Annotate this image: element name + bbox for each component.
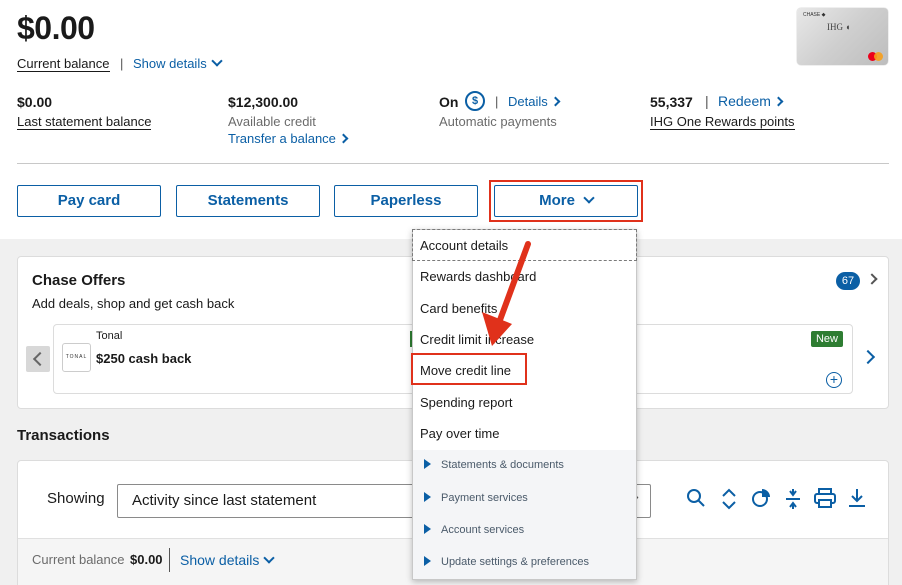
print-icon[interactable] bbox=[814, 488, 836, 510]
rewards-points-label[interactable]: IHG One Rewards points bbox=[650, 114, 795, 130]
statements-button[interactable]: Statements bbox=[176, 185, 320, 217]
available-credit-value: $12,300.00 bbox=[228, 94, 299, 110]
download-icon[interactable] bbox=[846, 488, 868, 510]
menu-section-label: Account services bbox=[441, 524, 525, 536]
menu-section-label: Payment services bbox=[441, 492, 528, 504]
new-badge: New bbox=[811, 331, 843, 347]
available-credit-label: Available credit bbox=[228, 114, 316, 129]
transfer-balance-link[interactable]: Transfer a balance bbox=[228, 131, 349, 146]
footer-balance-label: Current balance bbox=[32, 552, 125, 567]
current-balance-amount: $0.00 bbox=[17, 10, 95, 46]
menu-section-label: Update settings & preferences bbox=[441, 556, 589, 568]
tonal-logo: TONAL bbox=[62, 343, 91, 372]
transactions-title: Transactions bbox=[17, 427, 110, 444]
more-button-highlight bbox=[489, 180, 643, 222]
caret-right-icon bbox=[424, 524, 431, 534]
redeem-label: Redeem bbox=[718, 93, 771, 109]
carousel-prev-button[interactable] bbox=[26, 346, 50, 372]
redeem-link[interactable]: Redeem bbox=[718, 93, 784, 109]
last-statement-value: $0.00 bbox=[17, 94, 53, 110]
expand-collapse-icon[interactable] bbox=[782, 488, 804, 510]
rewards-points-value: 55,337 bbox=[650, 94, 693, 110]
autopay-dollar-icon: $ bbox=[465, 91, 485, 111]
separator: | bbox=[495, 94, 499, 109]
autopay-details-label: Details bbox=[508, 94, 548, 109]
chevron-down-icon bbox=[211, 55, 223, 67]
chevron-right-icon bbox=[338, 133, 349, 144]
offer-merchant: Tonal bbox=[96, 330, 123, 342]
offers-count-badge: 67 bbox=[836, 272, 860, 290]
menu-section-label: Statements & documents bbox=[441, 459, 564, 471]
chevron-right-icon bbox=[773, 96, 784, 107]
add-offer-icon[interactable]: + bbox=[826, 372, 842, 388]
menu-item-pay-over-time[interactable]: Pay over time bbox=[420, 426, 499, 441]
autopay-details-link[interactable]: Details bbox=[508, 94, 561, 109]
footer-balance-value: $0.00 bbox=[130, 552, 163, 567]
annotation-arrow bbox=[482, 241, 531, 346]
menu-section-statements-documents[interactable]: Statements & documents bbox=[424, 458, 564, 471]
divider bbox=[17, 163, 889, 164]
menu-section-account-services[interactable]: Account services bbox=[424, 523, 524, 536]
credit-card-image: CHASE ◆ IHG ◖ bbox=[797, 8, 888, 65]
separator: | bbox=[120, 56, 124, 71]
menu-item-spending-report[interactable]: Spending report bbox=[420, 395, 513, 410]
show-details-link[interactable]: Show details bbox=[133, 55, 223, 71]
show-details-label: Show details bbox=[133, 56, 207, 71]
showing-label: Showing bbox=[47, 490, 105, 507]
paperless-button[interactable]: Paperless bbox=[334, 185, 478, 217]
caret-right-icon bbox=[424, 556, 431, 566]
pie-chart-icon[interactable] bbox=[750, 488, 772, 510]
caret-right-icon bbox=[424, 459, 431, 469]
divider bbox=[169, 548, 170, 572]
chevron-right-icon bbox=[550, 96, 561, 107]
offer-amount: $250 cash back bbox=[96, 351, 192, 366]
chase-offers-subtitle: Add deals, shop and get cash back bbox=[32, 296, 235, 311]
last-statement-label[interactable]: Last statement balance bbox=[17, 114, 152, 130]
autopay-value: On bbox=[439, 94, 459, 110]
chevron-down-icon bbox=[263, 552, 276, 564]
current-balance-label[interactable]: Current balance bbox=[17, 56, 110, 72]
search-icon[interactable] bbox=[685, 488, 707, 510]
move-credit-line-highlight bbox=[411, 353, 527, 385]
sort-icon[interactable] bbox=[718, 488, 740, 510]
separator: | bbox=[705, 93, 709, 109]
footer-show-details-label: Show details bbox=[180, 552, 260, 568]
pay-card-button[interactable]: Pay card bbox=[17, 185, 161, 217]
transfer-balance-label: Transfer a balance bbox=[228, 131, 336, 146]
chase-offers-title: Chase Offers bbox=[32, 272, 126, 289]
autopay-label: Automatic payments bbox=[439, 114, 557, 129]
menu-section-update-settings[interactable]: Update settings & preferences bbox=[424, 555, 589, 568]
menu-section-payment-services[interactable]: Payment services bbox=[424, 491, 528, 504]
footer-show-details-link[interactable]: Show details bbox=[180, 552, 276, 568]
caret-right-icon bbox=[424, 492, 431, 502]
